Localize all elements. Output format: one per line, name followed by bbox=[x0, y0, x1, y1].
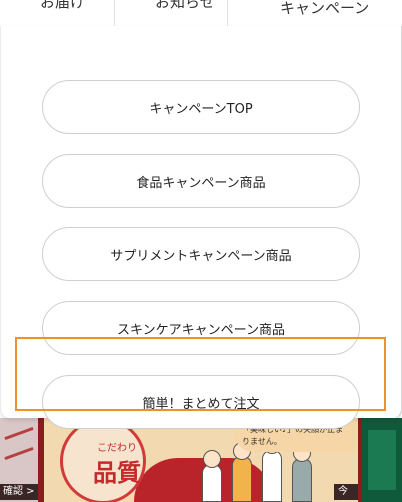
supplement-campaign-button[interactable]: サプリメントキャンペーン商品 bbox=[42, 227, 360, 281]
top-tab-bar: お届け お知らせ キャンペーン bbox=[0, 0, 402, 27]
banner-main-slide[interactable]: こだわり 品質 「美味しい♪」の笑顔が止まりません。 今すぐ確認 > bbox=[44, 418, 358, 502]
campaign-top-button[interactable]: キャンペーンTOP bbox=[42, 80, 360, 134]
tab-label: お届け bbox=[40, 0, 86, 11]
check-now-link[interactable]: 今すぐ確認 > bbox=[334, 484, 358, 500]
banner-prev-slide[interactable]: 確認 > bbox=[0, 418, 38, 502]
menu-item-label: キャンペーンTOP bbox=[149, 101, 253, 117]
tab-news[interactable]: お知らせ bbox=[115, 0, 228, 26]
food-campaign-button[interactable]: 食品キャンペーン商品 bbox=[42, 154, 360, 208]
quality-stamp: こだわり 品質 bbox=[60, 418, 146, 502]
tab-label: お知らせ bbox=[155, 0, 215, 11]
stamp-big-text: 品質 bbox=[93, 458, 141, 487]
menu-item-label: 食品キャンペーン商品 bbox=[136, 175, 266, 191]
tab-label: キャンペーン bbox=[280, 0, 370, 17]
stamp-small-text: こだわり bbox=[97, 443, 137, 454]
banner-left-cta[interactable]: 確認 > bbox=[0, 484, 38, 500]
menu-item-label: サプリメントキャンペーン商品 bbox=[110, 248, 292, 264]
promo-banner-carousel[interactable]: 確認 > こだわり 品質 「美味しい♪」の笑顔が止まりません。 今すぐ確認 > bbox=[0, 418, 402, 502]
tab-campaign[interactable]: キャンペーン bbox=[228, 0, 402, 26]
focus-highlight bbox=[15, 337, 386, 411]
menu-item-label: スキンケアキャンペーン商品 bbox=[117, 322, 285, 338]
banner-next-slide[interactable] bbox=[362, 418, 402, 502]
tab-delivery[interactable]: お届け bbox=[0, 0, 115, 26]
